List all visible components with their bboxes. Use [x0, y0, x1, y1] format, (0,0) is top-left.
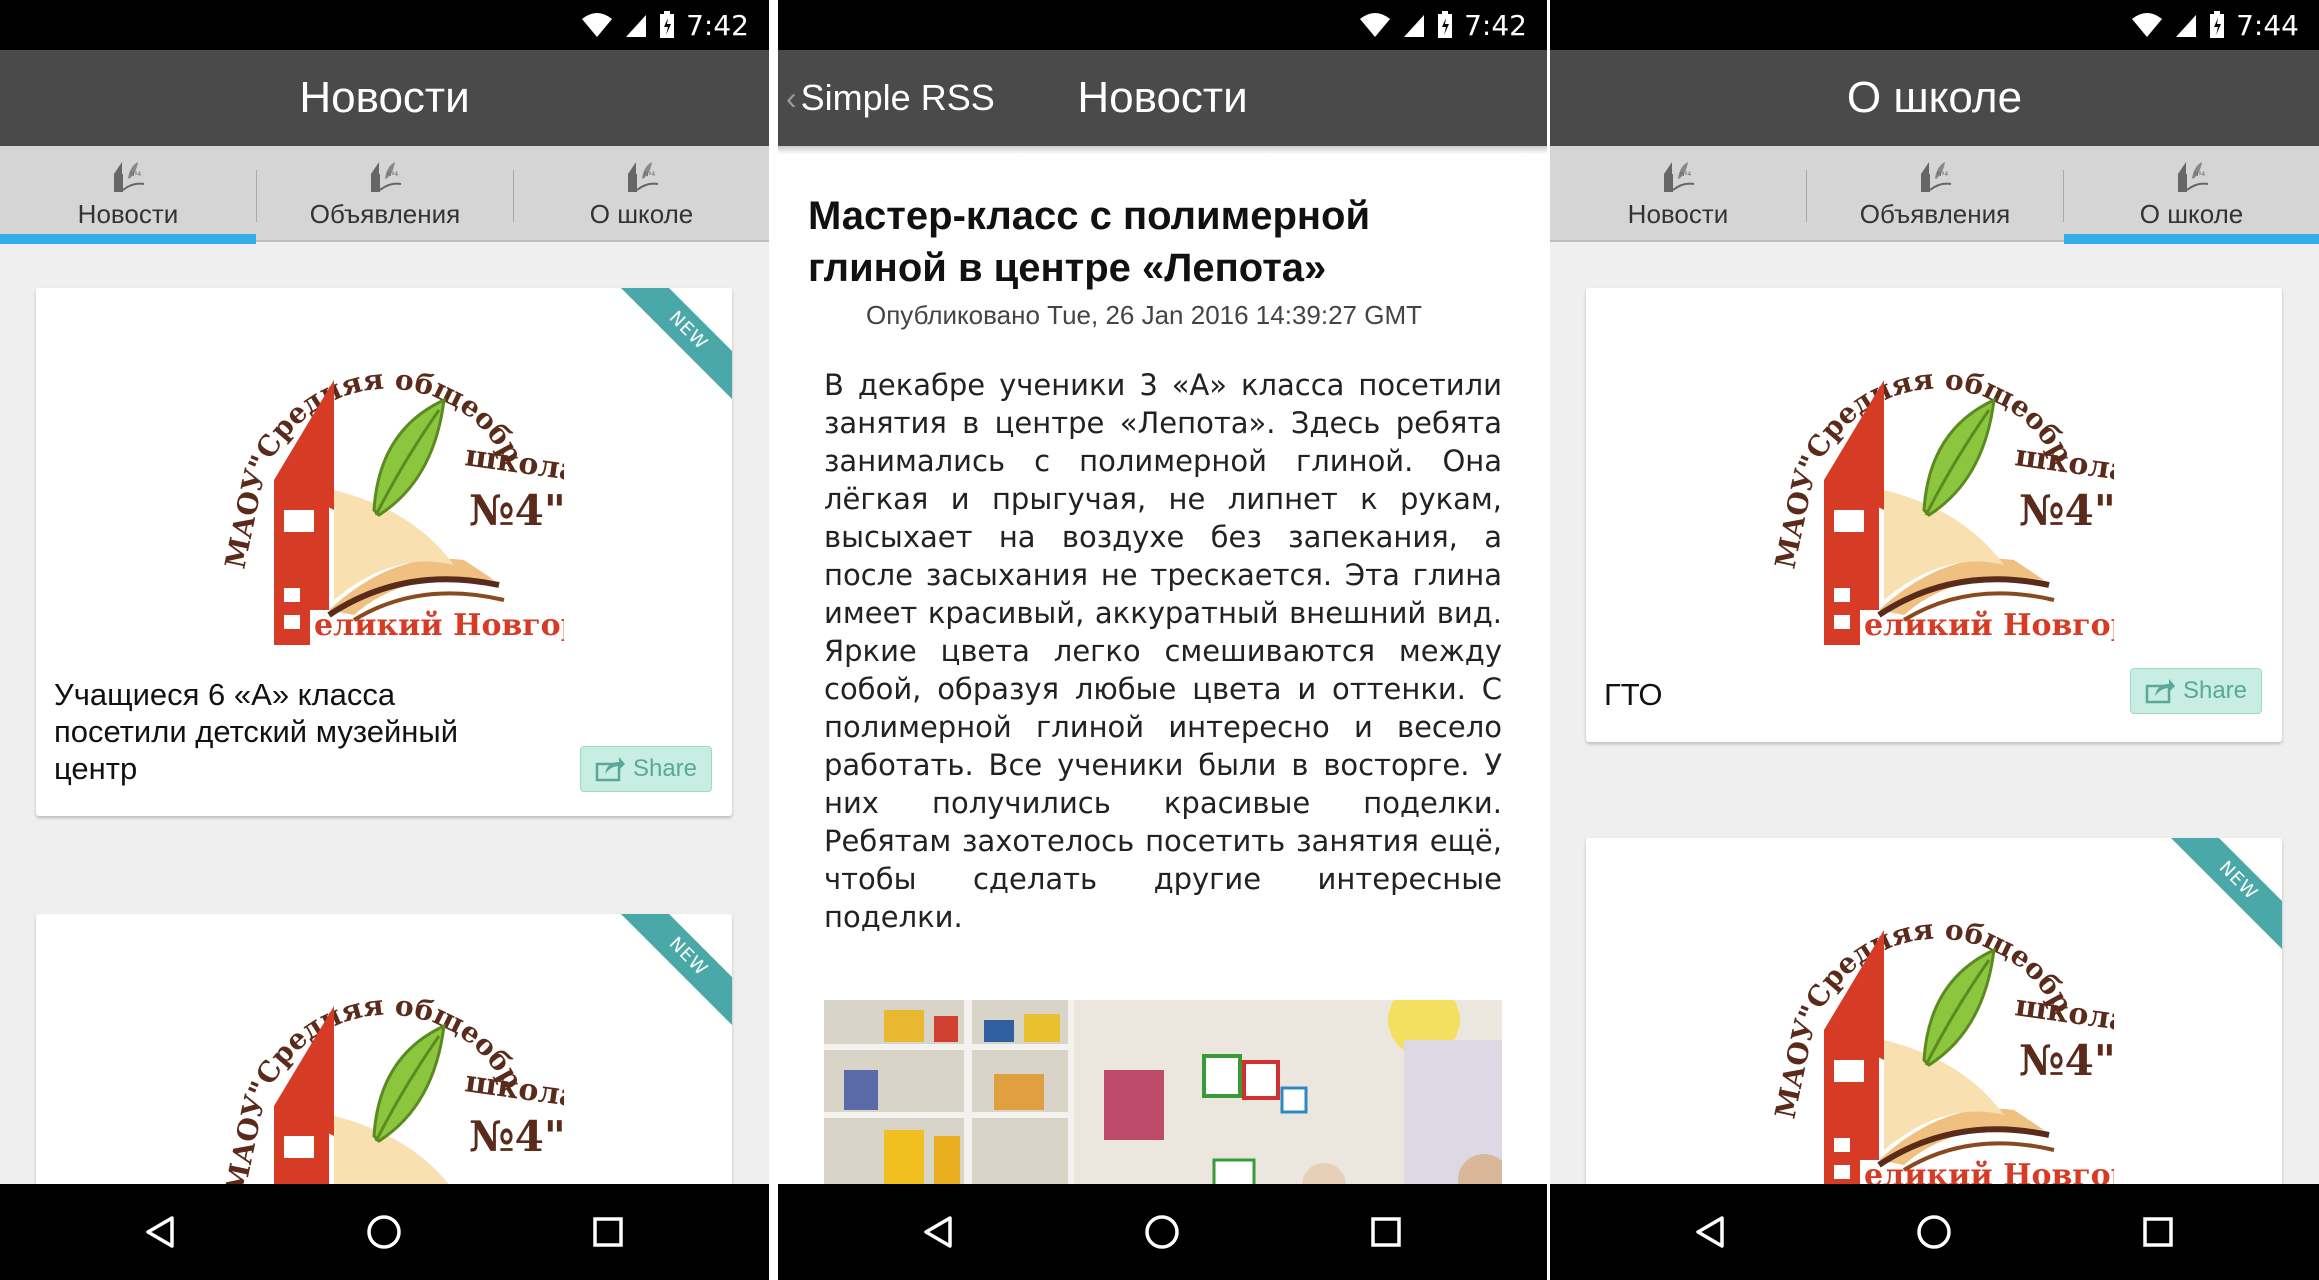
status-bar: 7:42	[0, 0, 769, 50]
school-logo-icon	[1658, 156, 1698, 196]
screen-about-school: 7:44 О школе Новости Объявления О школе …	[1550, 0, 2319, 1280]
news-card[interactable]: NEW	[1586, 838, 2282, 1214]
battery-icon	[1438, 11, 1453, 38]
card-title: Учащиеся 6 «А» класса посетили детский м…	[54, 677, 459, 786]
back-nav-button[interactable]	[1660, 1184, 1760, 1280]
recents-square-icon	[593, 1217, 623, 1247]
school-logo-icon	[365, 156, 405, 196]
navigation-bar	[1550, 1184, 2319, 1280]
recents-nav-button[interactable]	[558, 1184, 658, 1280]
signal-icon	[626, 15, 647, 37]
back-nav-button[interactable]	[110, 1184, 210, 1280]
app-bar: ‹ Simple RSS Новости	[778, 50, 1547, 146]
school-logo-icon	[108, 156, 148, 196]
article-published-date: Опубликовано Tue, 26 Jan 2016 14:39:27 G…	[866, 300, 1422, 330]
recents-nav-button[interactable]	[1336, 1184, 1436, 1280]
article-photo	[824, 1000, 1502, 1190]
new-badge: NEW	[612, 288, 732, 408]
signal-icon	[1404, 15, 1425, 37]
home-nav-button[interactable]	[1884, 1184, 1984, 1280]
wifi-icon	[1360, 13, 1391, 37]
tab-news[interactable]: Новости	[1550, 146, 1806, 242]
news-card[interactable]: NEW Учащиеся 6 «А» класса посетили детск…	[36, 288, 732, 816]
article-title: Мастер-класс с полимерной глиной в центр…	[808, 194, 1371, 290]
tab-label: Объявления	[309, 199, 461, 229]
school-logo-icon	[1915, 156, 1955, 196]
status-time: 7:42	[686, 8, 749, 42]
battery-icon	[660, 11, 675, 38]
tab-news[interactable]: Новости	[0, 146, 256, 244]
wifi-icon	[582, 13, 613, 37]
status-time: 7:42	[1464, 8, 1527, 42]
home-circle-icon	[1145, 1215, 1179, 1249]
tab-selected-indicator	[0, 234, 256, 244]
back-triangle-icon	[924, 1216, 952, 1248]
share-icon	[595, 757, 625, 782]
new-badge: NEW	[2162, 838, 2282, 958]
school-logo-icon	[622, 156, 662, 196]
screen-news-list: 7:42 Новости Новости Объявления О школе …	[0, 0, 769, 1280]
tab-bar: Новости Объявления О школе	[0, 146, 769, 244]
school-logo-icon	[2172, 156, 2212, 196]
school-logo-image	[1754, 310, 2114, 660]
news-card[interactable]: NEW	[36, 914, 732, 1214]
tab-label: Новости	[77, 199, 179, 229]
page-title: Новости	[1077, 73, 1248, 122]
panel-separator	[769, 0, 778, 1280]
tab-announcements[interactable]: Объявления	[1807, 146, 2063, 242]
status-bar: 7:44	[1550, 0, 2319, 50]
share-button[interactable]: Share	[2130, 668, 2262, 714]
tab-announcements[interactable]: Объявления	[257, 146, 513, 242]
signal-icon	[2176, 15, 2197, 37]
navigation-bar	[778, 1184, 1547, 1280]
app-bar: О школе	[1550, 50, 2319, 146]
status-time: 7:44	[2236, 8, 2299, 42]
school-logo-image	[204, 936, 564, 1214]
news-card[interactable]: ГТО Share	[1586, 288, 2282, 742]
tab-label: О школе	[589, 199, 694, 229]
status-bar: 7:42	[778, 0, 1547, 50]
tab-label: О школе	[2139, 199, 2244, 229]
battery-icon	[2210, 11, 2225, 38]
wifi-icon	[2132, 13, 2163, 37]
navigation-bar	[0, 1184, 769, 1280]
back-triangle-icon	[1696, 1216, 1724, 1248]
screen-article-detail: 7:42 ‹ Simple RSS Новости Мастер-класс с…	[778, 0, 1547, 1280]
recents-square-icon	[2143, 1217, 2173, 1247]
tab-about-school[interactable]: О школе	[2064, 146, 2319, 244]
tab-bar: Новости Объявления О школе	[1550, 146, 2319, 244]
tab-label: Новости	[1627, 199, 1729, 229]
card-title: ГТО	[1604, 677, 1663, 712]
app-bar: Новости	[0, 50, 769, 146]
back-nav-button[interactable]	[888, 1184, 988, 1280]
page-title: Новости	[299, 73, 470, 122]
page-title: О школе	[1846, 73, 2023, 122]
school-logo-image	[1754, 860, 2114, 1210]
home-nav-button[interactable]	[334, 1184, 434, 1280]
new-badge: NEW	[612, 914, 732, 1034]
tab-selected-indicator	[2064, 234, 2319, 244]
tab-about-school[interactable]: О школе	[514, 146, 769, 242]
share-label: Share	[2182, 677, 2248, 704]
home-nav-button[interactable]	[1112, 1184, 1212, 1280]
school-logo-image	[204, 310, 564, 660]
share-label: Share	[632, 755, 698, 782]
home-circle-icon	[367, 1215, 401, 1249]
tab-label: Объявления	[1859, 199, 2011, 229]
article-body: В декабре ученики 3 «А» класса посетили …	[824, 368, 1502, 934]
app-bar-shadow	[778, 146, 1547, 154]
share-icon	[2145, 679, 2175, 704]
back-triangle-icon	[146, 1216, 174, 1248]
recents-nav-button[interactable]	[2108, 1184, 2208, 1280]
share-button[interactable]: Share	[580, 746, 712, 792]
recents-square-icon	[1371, 1217, 1401, 1247]
home-circle-icon	[1917, 1215, 1951, 1249]
